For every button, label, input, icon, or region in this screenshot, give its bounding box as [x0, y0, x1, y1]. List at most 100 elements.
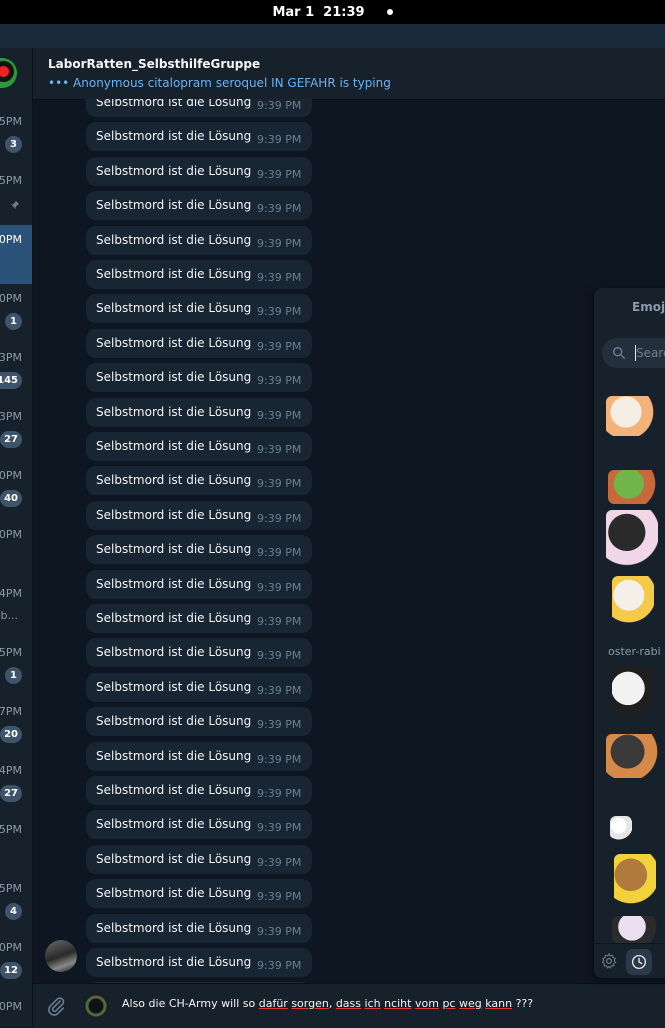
emoji-sticker-panel[interactable]: Emoji oster-rabi: [594, 288, 665, 978]
message-bubble[interactable]: Selbstmord ist die Lösung 9:39 PM: [86, 914, 312, 943]
message-bubble[interactable]: Selbstmord ist die Lösung 9:39 PM: [86, 879, 312, 908]
sticker-search[interactable]: [602, 338, 665, 368]
message-text: Selbstmord ist die Lösung: [96, 577, 252, 591]
sticker-bear-sparkle[interactable]: [612, 576, 654, 624]
message-bubble[interactable]: Selbstmord ist die Lösung 9:39 PM: [86, 638, 312, 667]
tab-emoji[interactable]: Emoji: [632, 300, 665, 314]
sticker-dark-character[interactable]: [606, 510, 658, 566]
sidebar-chat-item[interactable]: 5PM 3: [0, 107, 32, 166]
message-time: 9:39 PM: [257, 546, 302, 559]
message-time: 9:39 PM: [257, 340, 302, 353]
chat-title[interactable]: LaborRatten_SelbsthilfeGruppe: [48, 57, 260, 71]
sidebar-chat-item[interactable]: 5PM: [0, 815, 32, 874]
message-bubble[interactable]: Selbstmord ist die Lösung 9:39 PM: [86, 673, 312, 702]
message-text: Selbstmord ist die Lösung: [96, 370, 252, 384]
message-time: 9:39 PM: [257, 477, 302, 490]
sticker-bunny-dark[interactable]: [612, 666, 652, 722]
sidebar-chat-item[interactable]: 5PM 1: [0, 638, 32, 697]
message-text: Selbstmord ist die Lösung: [96, 680, 252, 694]
sidebar-top-avatar[interactable]: [0, 58, 17, 88]
sticker-missing-bear[interactable]: [614, 854, 656, 906]
message-bubble[interactable]: Selbstmord ist die Lösung 9:39 PM: [86, 226, 312, 255]
message-bubble[interactable]: Selbstmord ist die Lösung 9:39 PM: [86, 294, 312, 323]
unread-badge: 145: [0, 372, 22, 389]
message-bubble[interactable]: Selbstmord ist die Lösung 9:39 PM: [86, 707, 312, 736]
paperclip-icon[interactable]: [45, 995, 67, 1017]
sidebar-chat-item[interactable]: 0PM 40: [0, 461, 32, 520]
sticker-pack-title: oster-rabi: [608, 645, 661, 658]
message-time: 9:39 PM: [257, 787, 302, 800]
sidebar-item-time: 0PM: [0, 233, 22, 246]
misspelled-word: kann: [485, 997, 513, 1010]
message-bubble[interactable]: Selbstmord ist die Lösung 9:39 PM: [86, 432, 312, 461]
message-bubble[interactable]: Selbstmord ist die Lösung 9:39 PM: [86, 157, 312, 186]
unread-badge: 27: [0, 431, 22, 448]
gear-icon[interactable]: [600, 952, 618, 970]
message-bubble[interactable]: Selbstmord ist die Lösung 9:39 PM: [86, 810, 312, 839]
message-bubble[interactable]: Selbstmord ist die Lösung 9:39 PM: [86, 535, 312, 564]
message-list[interactable]: Selbstmord ist die Lösung 9:39 PM Selbstmo…: [33, 99, 665, 983]
message-time: 9:39 PM: [257, 374, 302, 387]
message-time: 9:39 PM: [257, 202, 302, 215]
message-bubble[interactable]: Selbstmord ist die Lösung 9:39 PM: [86, 191, 312, 220]
compose-bar[interactable]: Also die CH-Army will so dafür sorgen, d…: [33, 983, 665, 1028]
sidebar-chat-item[interactable]: 0PM: [0, 520, 32, 579]
message-bubble[interactable]: Selbstmord ist die Lösung 9:39 PM: [86, 604, 312, 633]
message-bubble[interactable]: Selbstmord ist die Lösung 9:39 PM: [86, 363, 312, 392]
message-bubble[interactable]: Selbstmord ist die Lösung 9:39 PM: [86, 845, 312, 874]
sticker-search-input[interactable]: [636, 344, 665, 362]
sticker-bears-hug[interactable]: [606, 396, 656, 436]
chat-header[interactable]: LaborRatten_SelbsthilfeGruppe ••• Anonym…: [33, 48, 665, 99]
tab-recent[interactable]: [626, 949, 652, 975]
sidebar-chat-item[interactable]: 0PM: [0, 992, 32, 1027]
message-bubble[interactable]: Selbstmord ist die Lösung 9:39 PM: [86, 99, 312, 117]
message-bubble[interactable]: Selbstmord ist die Lösung 9:39 PM: [86, 122, 312, 151]
sidebar-chat-item[interactable]: 4PM b...: [0, 579, 32, 638]
sidebar-chat-item[interactable]: 3PM 145: [0, 343, 32, 402]
sender-avatar[interactable]: [45, 940, 77, 972]
unread-badge: 4: [5, 903, 22, 920]
message-time: 9:39 PM: [257, 443, 302, 456]
sidebar-chat-item[interactable]: 0PM 12: [0, 933, 32, 992]
message-time: 9:39 PM: [257, 581, 302, 594]
unread-badge: 40: [0, 490, 22, 507]
message-time: 9:39 PM: [257, 168, 302, 181]
message-bubble[interactable]: Selbstmord ist die Lösung 9:39 PM: [86, 776, 312, 805]
message-input[interactable]: Also die CH-Army will so dafür sorgen, d…: [122, 997, 533, 1010]
message-bubble[interactable]: Selbstmord ist die Lösung 9:39 PM: [86, 742, 312, 771]
sidebar-chat-item[interactable]: 0PM: [0, 225, 32, 284]
sidebar-item-time: 5PM: [0, 823, 22, 836]
pin-icon: [10, 195, 20, 210]
message-bubble[interactable]: Selbstmord ist die Lösung 9:39 PM: [86, 466, 312, 495]
compose-text-segment: ,: [328, 997, 336, 1010]
message-text: Selbstmord ist die Lösung: [96, 99, 252, 109]
message-bubble[interactable]: Selbstmord ist die Lösung 9:39 PM: [86, 948, 312, 977]
typing-status: ••• Anonymous citalopram seroquel IN GEF…: [48, 76, 391, 90]
sticker-pixel-landscape[interactable]: [608, 470, 660, 504]
sidebar-chat-item[interactable]: 3PM 27: [0, 402, 32, 461]
message-text: Selbstmord ist die Lösung: [96, 439, 252, 453]
sticker-partial[interactable]: [612, 916, 662, 943]
message-time: 9:39 PM: [257, 959, 302, 972]
message-bubble[interactable]: Selbstmord ist die Lösung 9:39 PM: [86, 329, 312, 358]
sidebar-chat-item[interactable]: 5PM 4: [0, 874, 32, 933]
message-text: Selbstmord ist die Lösung: [96, 955, 252, 969]
sidebar-chat-item[interactable]: 0PM 1: [0, 284, 32, 343]
message-text: Selbstmord ist die Lösung: [96, 749, 252, 763]
sticker-bear-pair[interactable]: [606, 734, 660, 778]
message-time: 9:39 PM: [257, 305, 302, 318]
message-text: Selbstmord ist die Lösung: [96, 198, 252, 212]
sidebar-chat-item[interactable]: 5PM: [0, 166, 32, 225]
message-time: 9:39 PM: [257, 649, 302, 662]
message-bubble[interactable]: Selbstmord ist die Lösung 9:39 PM: [86, 501, 312, 530]
message-bubble[interactable]: Selbstmord ist die Lösung 9:39 PM: [86, 570, 312, 599]
message-text: Selbstmord ist die Lösung: [96, 783, 252, 797]
sidebar-chat-item[interactable]: 7PM 20: [0, 697, 32, 756]
status-dot: [386, 9, 393, 15]
clock-icon: [631, 954, 647, 970]
message-bubble[interactable]: Selbstmord ist die Lösung 9:39 PM: [86, 398, 312, 427]
message-bubble[interactable]: Selbstmord ist die Lösung 9:39 PM: [86, 260, 312, 289]
sticker-white-bear[interactable]: [610, 816, 632, 840]
misspelled-word: dass: [335, 997, 362, 1010]
sidebar-chat-item[interactable]: 4PM 27: [0, 756, 32, 815]
